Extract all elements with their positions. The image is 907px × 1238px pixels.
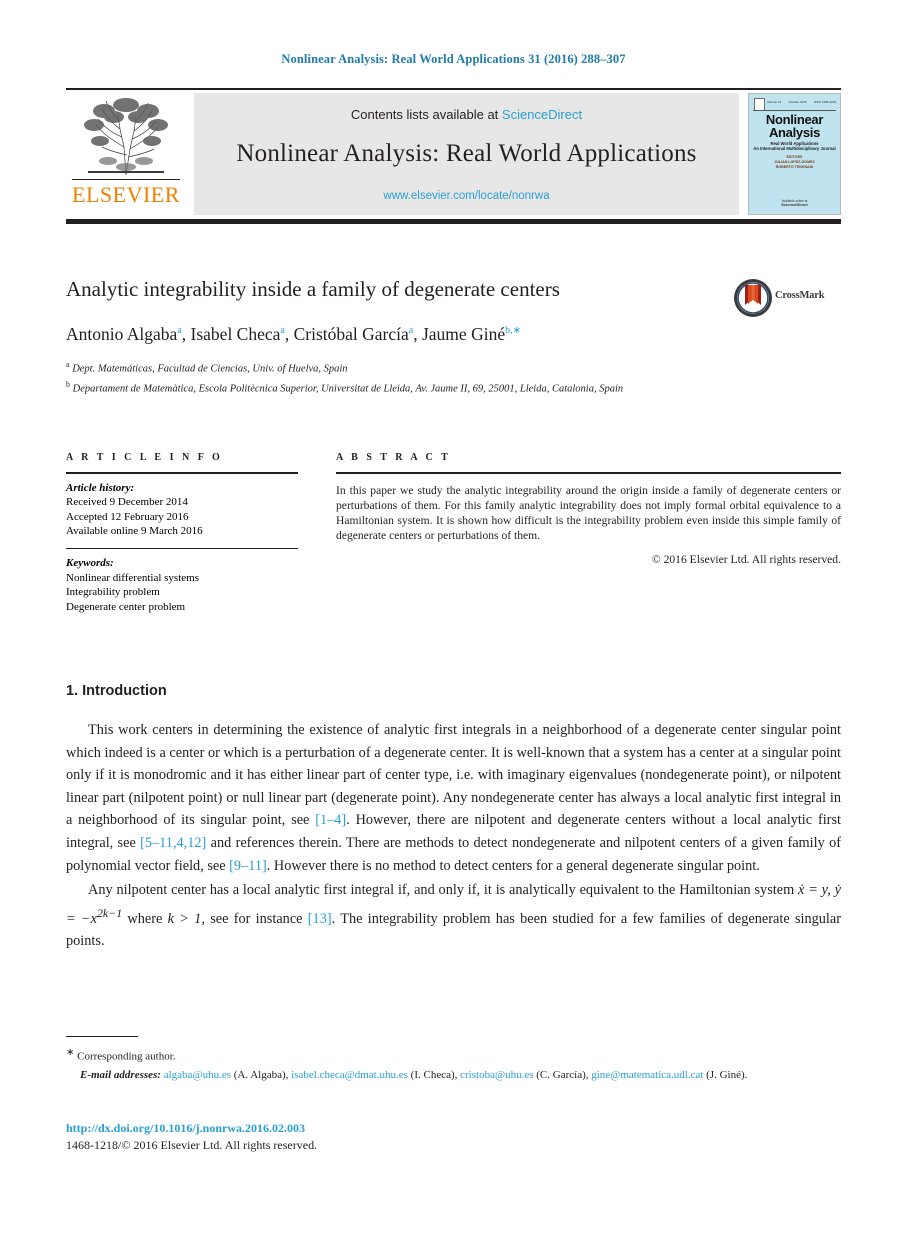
cover-top-metadata: Volume 31 October 2016 ISSN 1468-1218 (767, 100, 836, 104)
footnote-rule (66, 1036, 138, 1038)
math-exponent: 2k−1 (96, 905, 123, 920)
issn-copyright-line: 1468-1218/© 2016 Elsevier Ltd. All right… (66, 1138, 318, 1152)
email-end: . (744, 1068, 748, 1081)
crossmark-icon (734, 279, 772, 317)
journal-title: Nonlinear Analysis: Real World Applicati… (236, 139, 697, 167)
elsevier-tree-icon (84, 97, 168, 175)
masthead-panel: Contents lists available at ScienceDirec… (194, 92, 739, 215)
cover-volume: Volume 31 (767, 99, 782, 104)
p1-part-d: . However there is no method to detect c… (266, 857, 760, 874)
elsevier-logo: ELSEVIER (66, 93, 186, 215)
cover-title-line1: Nonlinear (765, 111, 824, 127)
email-link[interactable]: isabel.checa@dmat.uhu.es (291, 1069, 408, 1081)
journal-masthead: ELSEVIER Contents lists available at Sci… (66, 88, 841, 224)
affiliation-a-marker: a (66, 360, 70, 369)
author-list: Antonio Algabaa, Isabel Checaa, Cristóba… (66, 324, 521, 344)
doi-link[interactable]: http://dx.doi.org/10.1016/j.nonrwa.2016.… (66, 1120, 841, 1137)
paragraph-2: Any nilpotent center has a local analyti… (66, 879, 841, 953)
masthead-body: ELSEVIER Contents lists available at Sci… (66, 92, 841, 215)
cover-issn: ISSN 1468-1218 (813, 99, 836, 104)
email-person: (I. Checa) (410, 1068, 455, 1081)
corresponding-author-marker: ∗ (66, 1047, 75, 1059)
corresponding-author-note: ∗ Corresponding author. (66, 1045, 841, 1065)
email-person: (A. Algaba) (233, 1068, 286, 1081)
affiliation-b-marker: b (66, 379, 70, 389)
citation-ref[interactable]: [13] (308, 911, 332, 927)
email-link[interactable]: algaba@uhu.es (164, 1069, 231, 1081)
abstract-text: In this paper we study the analytic inte… (336, 483, 841, 543)
journal-url-link[interactable]: www.elsevier.com/locate/nonrwa (194, 190, 739, 202)
cover-footer-brand: ScienceDirect (781, 202, 808, 207)
p2-part-c: , see for instance (201, 910, 308, 927)
p2-part-a: Any nilpotent center has a local analyti… (88, 882, 799, 899)
cover-footer: Available online at ScienceDirect (753, 199, 836, 208)
article-received: Received 9 December 2014 (66, 496, 188, 509)
page-footer: http://dx.doi.org/10.1016/j.nonrwa.2016.… (66, 1120, 841, 1154)
citation-ref[interactable]: [5–11,4,12] (140, 835, 206, 851)
email-person: (J. Giné) (706, 1068, 745, 1081)
journal-cover-thumbnail[interactable]: Volume 31 October 2016 ISSN 1468-1218 No… (748, 92, 841, 215)
cover-title-line2: Analysis (768, 124, 821, 140)
footnote-section: ∗ Corresponding author. E-mail addresses… (66, 1036, 841, 1083)
corresponding-author-text: Corresponding author. (77, 1050, 176, 1063)
cover-editors: EDITORS JULIAN LOPEZ-GOMEZ ROBERTO TRIGG… (753, 155, 836, 170)
article-accepted: Accepted 12 February 2016 (66, 510, 189, 523)
article-header: Analytic integrability inside a family o… (66, 276, 841, 396)
cover-subtitle: Real World Applications An International… (753, 141, 836, 152)
elsevier-wordmark: ELSEVIER (72, 182, 180, 207)
email-person: (C. García) (536, 1068, 586, 1081)
email-link[interactable]: gine@matematica.udl.cat (591, 1069, 703, 1081)
keyword-item: Degenerate center problem (66, 600, 186, 613)
citation-ref[interactable]: [9–11] (229, 858, 267, 874)
affiliation-b: b Departament de Matemàtica, Escola Poli… (66, 377, 841, 397)
abstract-column: A B S T R A C T In this paper we study t… (336, 452, 841, 566)
cover-date: October 2016 (788, 99, 807, 104)
affiliation-a: a Dept. Matemáticas, Facultad de Ciencia… (66, 357, 841, 377)
contents-prefix: Contents lists available at (350, 106, 502, 122)
article-info-heading: A R T I C L E I N F O (66, 452, 223, 463)
article-history-group: Article history: Received 9 December 201… (66, 481, 298, 539)
abstract-heading: A B S T R A C T (336, 452, 451, 463)
keywords-label: Keywords: (66, 557, 114, 570)
body-section: 1. Introduction This work centers in det… (66, 683, 841, 953)
masthead-top-rule (66, 88, 841, 90)
contents-available-line: Contents lists available at ScienceDirec… (194, 93, 739, 122)
crossmark-badge[interactable]: CrossMark (733, 278, 841, 318)
article-available-online: Available online 9 March 2016 (66, 525, 203, 538)
abstract-rule (336, 472, 841, 474)
affiliation-a-text: Dept. Matemáticas, Facultad de Ciencias,… (72, 363, 348, 375)
article-info-rule-2 (66, 547, 298, 550)
affiliations: a Dept. Matemáticas, Facultad de Ciencia… (66, 357, 841, 396)
abstract-copyright: © 2016 Elsevier Ltd. All rights reserved… (651, 553, 841, 567)
cover-subtitle-line2: An International Multidisciplinary Journ… (753, 146, 836, 151)
crossmark-label: CrossMark (775, 290, 825, 301)
article-info-rule-1 (66, 472, 298, 474)
cover-title: Nonlinear Analysis (753, 113, 836, 139)
article-history-label: Article history: (66, 481, 135, 494)
p2-part-b: where (122, 910, 168, 927)
citation-ref[interactable]: [1–4] (315, 812, 346, 828)
section-heading-introduction: 1. Introduction (66, 683, 167, 699)
affiliation-b-text: Departament de Matemàtica, Escola Politè… (72, 383, 624, 394)
keyword-item: Integrability problem (66, 586, 160, 599)
running-head: Nonlinear Analysis: Real World Applicati… (281, 52, 626, 66)
paragraph-1: This work centers in determining the exi… (66, 719, 841, 877)
keywords-group: Keywords: Nonlinear differential systems… (66, 556, 298, 614)
keyword-item: Nonlinear differential systems (66, 571, 199, 584)
masthead-bottom-rule (66, 218, 841, 224)
cover-editor-2: ROBERTO TRIGGIANI (775, 164, 814, 169)
paper-page: Nonlinear Analysis: Real World Applicati… (0, 0, 907, 1238)
sciencedirect-link[interactable]: ScienceDirect (502, 107, 582, 122)
email-label: E-mail addresses: (80, 1068, 161, 1081)
article-info-column: A R T I C L E I N F O Article history: R… (66, 452, 298, 614)
cover-divider (753, 109, 836, 111)
math-condition: k > 1 (167, 910, 202, 927)
email-link[interactable]: cristoba@uhu.es (460, 1069, 533, 1081)
email-addresses-note: E-mail addresses: algaba@uhu.es (A. Alga… (66, 1067, 841, 1083)
page-title: Analytic integrability inside a family o… (66, 277, 560, 301)
elsevier-rule (72, 178, 180, 180)
